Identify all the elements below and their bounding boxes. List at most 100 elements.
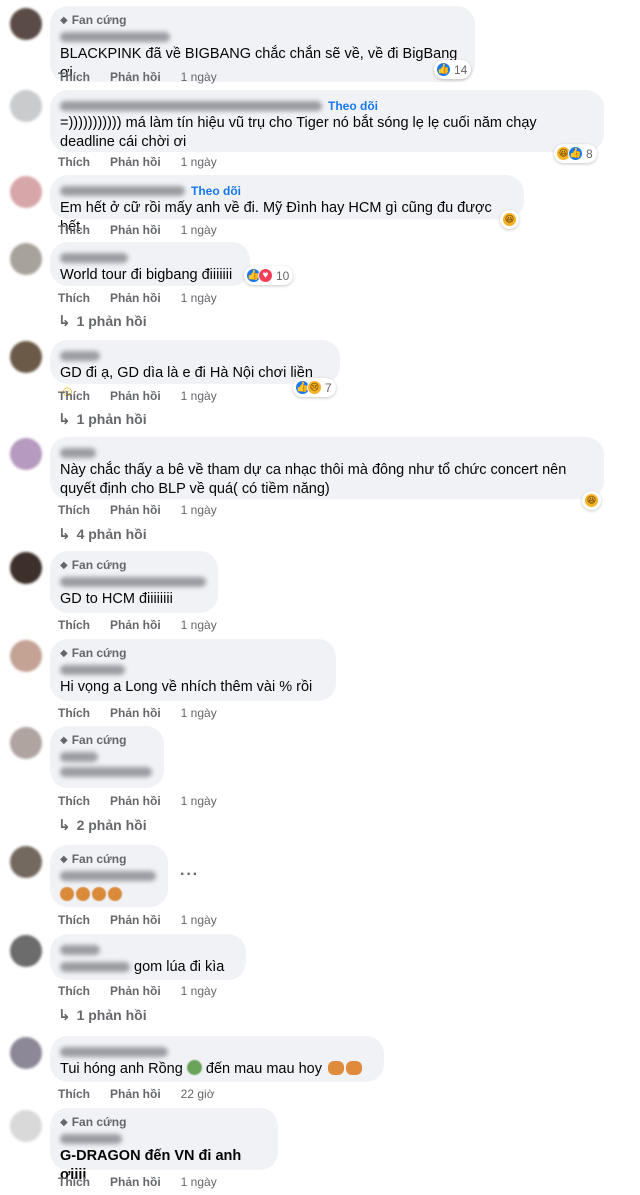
like-button[interactable]: Thích [58, 705, 90, 721]
avatar[interactable] [10, 341, 42, 373]
author-row[interactable] [60, 867, 156, 884]
avatar[interactable] [10, 8, 42, 40]
author-row[interactable] [60, 1130, 266, 1147]
comment-bubble: gom lúa đi kìa [50, 934, 246, 980]
avatar[interactable] [10, 640, 42, 672]
author-name[interactable] [60, 100, 322, 111]
comment-timestamp[interactable]: 1 ngày [181, 983, 217, 999]
author-row[interactable] [60, 661, 324, 678]
comment-timestamp[interactable]: 1 ngày [181, 222, 217, 238]
avatar[interactable] [10, 90, 42, 122]
reply-button[interactable]: Phản hồi [110, 502, 161, 518]
author-row[interactable] [60, 249, 238, 266]
author-name[interactable] [60, 31, 170, 42]
avatar[interactable] [10, 727, 42, 759]
comment-timestamp[interactable]: 1 ngày [181, 502, 217, 518]
sticker-row [60, 887, 156, 906]
author-name[interactable] [60, 447, 96, 458]
reply-button[interactable]: Phản hồi [110, 290, 161, 306]
comment-timestamp[interactable]: 1 ngày [181, 69, 217, 85]
like-button[interactable]: Thích [58, 793, 90, 809]
view-replies-link[interactable]: ↳ 2 phản hồi [58, 816, 147, 834]
like-button[interactable]: Thích [58, 912, 90, 928]
reactions-summary[interactable]: 😆 [500, 210, 519, 229]
reply-button[interactable]: Phản hồi [110, 617, 161, 633]
author-name[interactable] [60, 1046, 168, 1057]
author-name[interactable] [60, 576, 206, 587]
like-button[interactable]: Thích [58, 1174, 90, 1190]
avatar[interactable] [10, 438, 42, 470]
comment-timestamp[interactable]: 1 ngày [181, 705, 217, 721]
author-name[interactable] [60, 664, 125, 675]
like-button[interactable]: Thích [58, 983, 90, 999]
comment-timestamp[interactable]: 1 ngày [181, 912, 217, 928]
reply-button[interactable]: Phản hồi [110, 912, 161, 928]
reply-button[interactable]: Phản hồi [110, 1086, 161, 1102]
reactions-summary[interactable]: 👍 14 [434, 60, 472, 79]
comment-timestamp[interactable]: 1 ngày [181, 290, 217, 306]
author-name[interactable] [60, 944, 100, 955]
author-row[interactable] [60, 941, 234, 958]
author-name[interactable] [60, 752, 98, 762]
sticker-icon [76, 887, 90, 901]
author-row[interactable] [60, 444, 592, 461]
haha-icon: 😆 [502, 212, 517, 227]
comment-bubble: ◆ Fan cứng Hi vọng a Long về nhích thêm v… [50, 639, 336, 701]
reactions-summary[interactable]: 👍 😢 7 [293, 378, 336, 397]
reply-button[interactable]: Phản hồi [110, 222, 161, 238]
comment-timestamp[interactable]: 1 ngày [181, 1174, 217, 1190]
more-options-icon[interactable]: ··· [180, 866, 199, 884]
author-row[interactable] [60, 752, 152, 777]
like-button[interactable]: Thích [58, 502, 90, 518]
comment-timestamp[interactable]: 1 ngày [181, 154, 217, 170]
comment-bubble: ◆ Fan cứng [50, 845, 168, 907]
author-name[interactable] [60, 1133, 122, 1144]
like-button[interactable]: Thích [58, 154, 90, 170]
comment-timestamp[interactable]: 1 ngày [181, 388, 217, 404]
reactions-summary[interactable]: 😆 👍 8 [554, 144, 597, 163]
author-name[interactable] [60, 252, 128, 263]
like-button[interactable]: Thích [58, 69, 90, 85]
view-replies-link[interactable]: ↳ 1 phản hồi [58, 1006, 147, 1024]
reply-button[interactable]: Phản hồi [110, 705, 161, 721]
view-replies-link[interactable]: ↳ 1 phản hồi [58, 410, 147, 428]
reactions-summary[interactable]: 😆 [582, 491, 601, 510]
follow-button[interactable]: Theo dõi [191, 184, 241, 198]
author-row[interactable] [60, 28, 463, 45]
avatar[interactable] [10, 243, 42, 275]
reply-button[interactable]: Phản hồi [110, 388, 161, 404]
avatar[interactable] [10, 176, 42, 208]
author-row[interactable] [60, 347, 328, 364]
avatar[interactable] [10, 552, 42, 584]
reply-button[interactable]: Phản hồi [110, 69, 161, 85]
diamond-icon: ◆ [60, 15, 68, 26]
mention-tag[interactable] [60, 962, 130, 972]
comment-timestamp[interactable]: 1 ngày [181, 617, 217, 633]
avatar[interactable] [10, 1037, 42, 1069]
view-replies-link[interactable]: ↳ 1 phản hồi [58, 312, 147, 330]
author-row[interactable] [60, 573, 206, 590]
reply-button[interactable]: Phản hồi [110, 154, 161, 170]
follow-button[interactable]: Theo dõi [328, 99, 378, 113]
reply-button[interactable]: Phản hồi [110, 793, 161, 809]
like-button[interactable]: Thích [58, 1086, 90, 1102]
author-row[interactable] [60, 1043, 372, 1060]
dragon-emoji [186, 1060, 202, 1075]
reactions-summary[interactable]: 👍 ♥ 10 [244, 266, 294, 285]
author-name[interactable] [60, 870, 156, 881]
reply-button[interactable]: Phản hồi [110, 1174, 161, 1190]
author-name[interactable] [60, 185, 185, 196]
comment-timestamp[interactable]: 1 ngày [181, 793, 217, 809]
like-button[interactable]: Thích [58, 617, 90, 633]
comment-timestamp[interactable]: 22 giờ [181, 1086, 215, 1102]
avatar[interactable] [10, 935, 42, 967]
fan-badge: ◆ Fan cứng [60, 558, 206, 573]
author-name[interactable] [60, 350, 100, 361]
like-button[interactable]: Thích [58, 388, 90, 404]
like-button[interactable]: Thích [58, 222, 90, 238]
avatar[interactable] [10, 846, 42, 878]
view-replies-link[interactable]: ↳ 4 phản hồi [58, 525, 147, 543]
reply-button[interactable]: Phản hồi [110, 983, 161, 999]
like-button[interactable]: Thích [58, 290, 90, 306]
avatar[interactable] [10, 1110, 42, 1142]
